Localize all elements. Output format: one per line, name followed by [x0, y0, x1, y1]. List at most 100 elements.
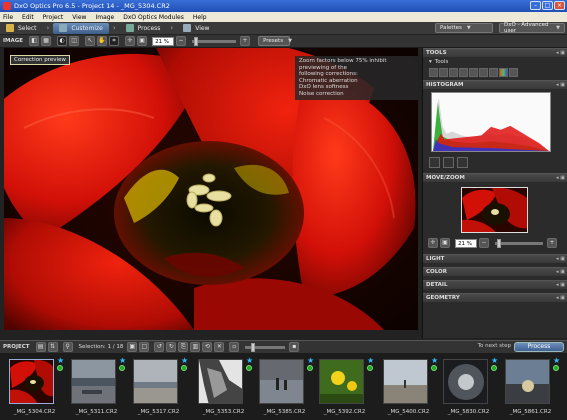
thumbnail[interactable]: ★ _MG_5317.CR2 [128, 355, 189, 419]
filmstrip-view-icon[interactable]: ▤ [35, 342, 46, 352]
section-controls-icon[interactable]: ◂ ▣ [556, 269, 565, 275]
thumbnail[interactable]: ★ _MG_5304.CR2 [4, 355, 65, 419]
paste-settings-icon[interactable]: ▥ [190, 342, 201, 352]
tab-process[interactable]: Process [120, 23, 167, 34]
close-button[interactable]: × [554, 1, 565, 10]
thumbnail[interactable]: ★ _MG_5311.CR2 [66, 355, 127, 419]
contrast-icon[interactable]: ◐ [57, 36, 68, 46]
rotate-right-icon[interactable]: ↻ [166, 342, 177, 352]
section-light-header[interactable]: LIGHT ◂ ▣ [423, 254, 567, 263]
section-controls-icon[interactable]: ◂ ▣ [556, 282, 565, 288]
section-tools-header[interactable]: TOOLS ◂ ▣ [423, 48, 567, 57]
section-histogram-header[interactable]: HISTOGRAM ◂ ▣ [423, 80, 567, 89]
minimize-button[interactable]: – [530, 1, 541, 10]
movezoom-slider[interactable] [495, 238, 543, 248]
section-movezoom-header[interactable]: MOVE/ZOOM ◂ ▣ [423, 173, 567, 182]
pointer-icon[interactable]: ↖ [85, 36, 96, 46]
deselect-icon[interactable]: □ [139, 342, 150, 352]
tab-select[interactable]: Select [0, 23, 43, 34]
tools-subheader[interactable]: ▾ Tools [423, 57, 567, 66]
star-icon[interactable]: ★ [553, 356, 560, 365]
thumbnail[interactable]: ★ _MG_5400.CR2 [378, 355, 439, 419]
zoom-in-icon[interactable]: + [547, 238, 557, 248]
to-next-step-link[interactable]: To next step [478, 343, 511, 349]
compare-icon[interactable]: ◧ [29, 36, 40, 46]
color-wheel-icon[interactable] [499, 67, 508, 77]
movezoom-slider-knob[interactable] [497, 238, 501, 248]
clipping-shadow-icon[interactable] [429, 157, 440, 168]
section-controls-icon[interactable]: ◂ ▣ [556, 295, 565, 301]
eyedropper-icon[interactable] [509, 67, 518, 77]
thumb-small-icon[interactable]: ▫ [229, 342, 240, 352]
fit-icon[interactable]: ✛ [428, 238, 438, 248]
section-controls-icon[interactable]: ◂ ▣ [556, 256, 565, 262]
zoom-input[interactable]: 21 % [152, 36, 175, 46]
tool-icon[interactable] [439, 67, 448, 77]
tool-icon[interactable] [469, 67, 478, 77]
hand-icon[interactable]: ✋ [97, 36, 108, 46]
zoom-out-icon[interactable]: − [479, 238, 489, 248]
image-viewer[interactable]: Correction preview Zoom factors below 75… [4, 48, 418, 330]
menu-dxo-optics-modules[interactable]: DxO Optics Modules [123, 14, 184, 21]
crop-icon[interactable]: ⌗ [109, 36, 120, 46]
zoom-100-icon[interactable]: ▣ [440, 238, 450, 248]
thumbnail[interactable]: ★ _MG_5385.CR2 [254, 355, 315, 419]
select-all-icon[interactable]: ▣ [127, 342, 138, 352]
section-color-header[interactable]: COLOR ◂ ▣ [423, 267, 567, 276]
section-detail-header[interactable]: DETAIL ◂ ▣ [423, 280, 567, 289]
grid-icon[interactable]: ▦ [41, 36, 52, 46]
thumbnail[interactable]: ★ _MG_5861.CR2 [500, 355, 561, 419]
tool-icon[interactable] [479, 67, 488, 77]
movezoom-zoom-input[interactable]: 21 % [455, 238, 477, 248]
thumb-large-icon[interactable]: ▪ [289, 342, 300, 352]
tool-icon[interactable] [449, 67, 458, 77]
fit-icon[interactable]: ✛ [125, 36, 136, 46]
menu-file[interactable]: File [3, 14, 13, 21]
histogram-mode-icon[interactable] [457, 157, 468, 168]
maximize-button[interactable]: □ [542, 1, 553, 10]
thumbnail[interactable]: ★ _MG_5353.CR2 [193, 355, 254, 419]
zoom-in-icon[interactable]: + [240, 36, 251, 46]
star-icon[interactable]: ★ [119, 356, 126, 365]
star-icon[interactable]: ★ [181, 356, 188, 365]
filter-icon[interactable]: ⚲ [62, 342, 73, 352]
tab-view[interactable]: View [177, 23, 215, 34]
tool-icon[interactable] [459, 67, 468, 77]
thumbnail-size-knob[interactable] [251, 342, 256, 352]
tab-customize[interactable]: Customize [53, 22, 109, 34]
menu-view[interactable]: View [72, 14, 86, 21]
section-controls-icon[interactable]: ◂ ▣ [556, 175, 565, 181]
section-geometry-header[interactable]: GEOMETRY ◂ ▣ [423, 293, 567, 302]
section-controls-icon[interactable]: ◂ ▣ [556, 50, 565, 56]
reset-icon[interactable]: ⟲ [202, 342, 213, 352]
process-button[interactable]: Process [514, 342, 564, 352]
thumbnail-size-slider[interactable] [245, 342, 286, 352]
zoom-slider-knob[interactable] [194, 36, 199, 46]
section-controls-icon[interactable]: ◂ ▣ [556, 82, 565, 88]
thumbnail[interactable]: ★ _MG_5392.CR2 [314, 355, 375, 419]
menu-image[interactable]: Image [95, 14, 114, 21]
thumbnail[interactable]: ★ _MG_5830.CR2 [438, 355, 499, 419]
palettes-dropdown[interactable]: Palettes ▼ [435, 23, 493, 33]
star-icon[interactable]: ★ [367, 356, 374, 365]
copy-settings-icon[interactable]: ⎘ [178, 342, 189, 352]
navigator-preview[interactable] [461, 187, 528, 233]
sort-icon[interactable]: ⇅ [47, 342, 58, 352]
menu-project[interactable]: Project [43, 14, 64, 21]
user-mode-dropdown[interactable]: DxO - Advanced user ▼ [499, 22, 565, 34]
presets-dropdown[interactable]: Presets ▼ [258, 36, 292, 46]
clipping-highlight-icon[interactable] [443, 157, 454, 168]
delete-icon[interactable]: ✕ [214, 342, 225, 352]
tool-icon[interactable] [489, 67, 498, 77]
star-icon[interactable]: ★ [491, 356, 498, 365]
zoom-100-icon[interactable]: ▣ [137, 36, 148, 46]
menu-help[interactable]: Help [193, 14, 207, 21]
star-icon[interactable]: ★ [246, 356, 253, 365]
zoom-out-icon[interactable]: − [176, 36, 187, 46]
tool-icon[interactable] [429, 67, 438, 77]
star-icon[interactable]: ★ [57, 356, 64, 365]
split-icon[interactable]: ◫ [69, 36, 80, 46]
zoom-slider[interactable] [192, 36, 237, 46]
menu-edit[interactable]: Edit [22, 14, 34, 21]
rotate-left-icon[interactable]: ↺ [154, 342, 165, 352]
